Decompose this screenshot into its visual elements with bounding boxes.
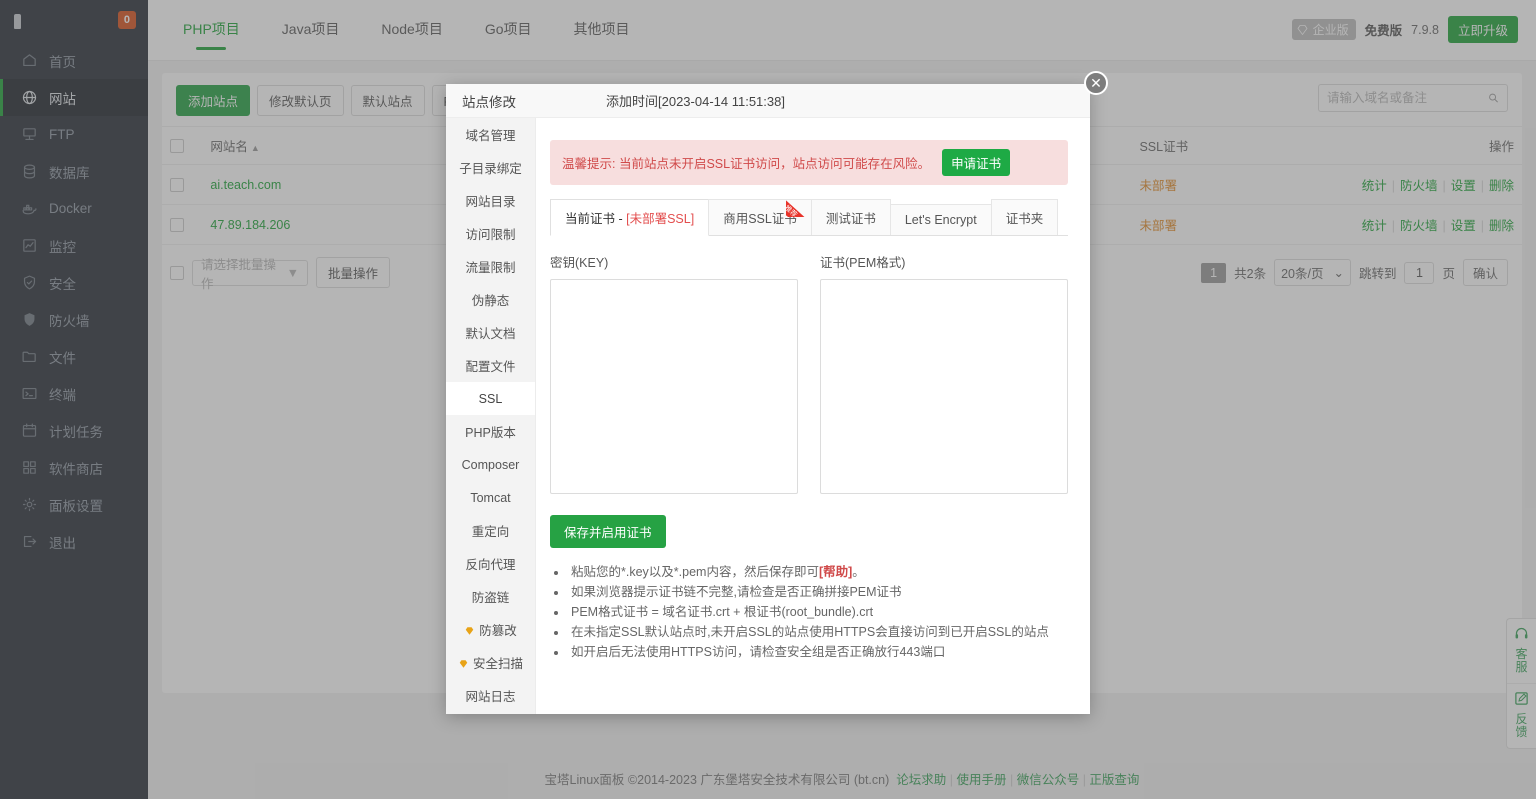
tip-text: 在未指定SSL默认站点时,未开启SSL的站点使用HTTPS会直接访问到已开启SS…: [571, 625, 1049, 639]
modal-menu-label: 反向代理: [465, 554, 515, 573]
ssl-tab-1[interactable]: 商用SSL证书推荐: [708, 199, 812, 235]
ssl-tip-3: 在未指定SSL默认站点时,未开启SSL的站点使用HTTPS会直接访问到已开启SS…: [568, 622, 1068, 642]
save-and-enable-cert-button[interactable]: 保存并启用证书: [550, 515, 666, 548]
modal-menu-label: 网站日志: [465, 686, 515, 705]
modal-menu-label: 流量限制: [465, 257, 515, 276]
modal-menu-item-0[interactable]: 域名管理: [446, 118, 535, 151]
tip-text: PEM格式证书 = 域名证书.crt + 根证书(root_bundle).cr…: [571, 605, 873, 619]
modal-menu-label: 域名管理: [465, 125, 515, 144]
ssl-tips-list: 粘贴您的*.key以及*.pem内容，然后保存即可[帮助]。如果浏览器提示证书链…: [552, 562, 1068, 662]
gem-icon: [458, 658, 469, 667]
modal-menu-item-14[interactable]: 防盗链: [446, 580, 535, 613]
tip-text: 如果浏览器提示证书链不完整,请检查是否正确拼接PEM证书: [571, 585, 902, 599]
ssl-tip-1: 如果浏览器提示证书链不完整,请检查是否正确拼接PEM证书: [568, 582, 1068, 602]
ssl-tab-0[interactable]: 当前证书 - [未部署SSL]: [550, 199, 709, 236]
help-link[interactable]: [帮助]: [819, 565, 852, 579]
modal-menu-label: 网站目录: [465, 191, 515, 210]
modal-menu-label: 配置文件: [465, 356, 515, 375]
modal-menu-label: 重定向: [472, 521, 510, 540]
cert-label: 证书(PEM格式): [820, 252, 1068, 271]
modal-title: 站点修改: [462, 91, 552, 111]
tip-text-end: 。: [852, 565, 865, 579]
gem-icon: [464, 625, 475, 634]
modal-menu-label: 访问限制: [465, 224, 515, 243]
key-textarea[interactable]: [550, 279, 798, 494]
cert-fields-row: 密钥(KEY) 证书(PEM格式): [550, 252, 1068, 497]
modal-menu-label: Composer: [462, 458, 520, 472]
cert-textarea[interactable]: [820, 279, 1068, 494]
modal-menu-item-8[interactable]: SSL: [446, 382, 535, 415]
modal-menu-item-11[interactable]: Tomcat: [446, 481, 535, 514]
modal-menu-label: PHP版本: [465, 422, 516, 441]
modal-menu-item-10[interactable]: Composer: [446, 448, 535, 481]
key-field-group: 密钥(KEY): [550, 252, 798, 497]
ssl-tabs: 当前证书 - [未部署SSL]商用SSL证书推荐测试证书Let's Encryp…: [550, 199, 1068, 236]
modal-header: 站点修改 添加时间[2023-04-14 11:51:38] ✕: [446, 84, 1090, 118]
ssl-tip-2: PEM格式证书 = 域名证书.crt + 根证书(root_bundle).cr…: [568, 602, 1068, 622]
ssl-tip-0: 粘贴您的*.key以及*.pem内容，然后保存即可[帮助]。: [568, 562, 1068, 582]
modal-menu-label: 防盗链: [472, 587, 510, 606]
ssl-tab-4[interactable]: 证书夹: [991, 199, 1059, 235]
modal-menu-item-15[interactable]: 防篡改: [446, 613, 535, 646]
ssl-tab-3[interactable]: Let's Encrypt: [890, 204, 992, 235]
apply-certificate-button[interactable]: 申请证书: [942, 149, 1010, 176]
modal-created-time: 添加时间[2023-04-14 11:51:38]: [606, 91, 785, 110]
modal-menu-label: SSL: [479, 392, 503, 406]
modal-menu-item-4[interactable]: 流量限制: [446, 250, 535, 283]
modal-menu-item-12[interactable]: 重定向: [446, 514, 535, 547]
modal-menu-label: 防篡改: [479, 620, 517, 639]
tip-text: 如开启后无法使用HTTPS访问，请检查安全组是否正确放行443端口: [571, 645, 945, 659]
modal-menu-item-3[interactable]: 访问限制: [446, 217, 535, 250]
ssl-tab-label: 证书夹: [1006, 212, 1044, 226]
modal-menu-label: 安全扫描: [473, 653, 523, 672]
ssl-tab-label: 当前证书 -: [565, 212, 626, 226]
key-label: 密钥(KEY): [550, 252, 798, 271]
modal-body: 域名管理子目录绑定网站目录访问限制流量限制伪静态默认文档配置文件 SSL PHP版本…: [446, 118, 1090, 714]
modal-menu-label: 默认文档: [465, 323, 515, 342]
ssl-warning-banner: 温馨提示: 当前站点未开启SSL证书访问，站点访问可能存在风险。 申请证书: [550, 140, 1068, 185]
modal-menu-label: Tomcat: [470, 491, 510, 505]
ssl-tab-label: 商用SSL证书: [723, 212, 797, 226]
modal-menu-item-7[interactable]: 配置文件: [446, 349, 535, 382]
ssl-tab-label: 测试证书: [826, 212, 876, 226]
modal-menu-item-9[interactable]: PHP版本: [446, 415, 535, 448]
modal-menu-label: 伪静态: [472, 290, 510, 309]
modal-menu-item-17[interactable]: 网站日志: [446, 679, 535, 712]
ssl-tab-status: [未部署SSL]: [626, 212, 694, 226]
ssl-warning-text: 温馨提示: 当前站点未开启SSL证书访问，站点访问可能存在风险。: [562, 153, 930, 172]
modal-menu-item-13[interactable]: 反向代理: [446, 547, 535, 580]
modal-menu-item-6[interactable]: 默认文档: [446, 316, 535, 349]
ssl-tip-4: 如开启后无法使用HTTPS访问，请检查安全组是否正确放行443端口: [568, 642, 1068, 662]
ssl-panel: 温馨提示: 当前站点未开启SSL证书访问，站点访问可能存在风险。 申请证书 当前…: [536, 118, 1090, 714]
modal-menu-item-5[interactable]: 伪静态: [446, 283, 535, 316]
cert-field-group: 证书(PEM格式): [820, 252, 1068, 497]
modal-menu-item-16[interactable]: 安全扫描: [446, 646, 535, 679]
ssl-tab-label: Let's Encrypt: [905, 213, 977, 227]
modal-menu-item-2[interactable]: 网站目录: [446, 184, 535, 217]
ssl-tab-2[interactable]: 测试证书: [811, 199, 891, 235]
modal-menu-item-1[interactable]: 子目录绑定: [446, 151, 535, 184]
modal-menu-label: 子目录绑定: [459, 158, 522, 177]
modal-sidebar: 域名管理子目录绑定网站目录访问限制流量限制伪静态默认文档配置文件 SSL PHP版本…: [446, 118, 536, 714]
tip-text: 粘贴您的*.key以及*.pem内容，然后保存即可: [571, 565, 819, 579]
site-edit-modal: 站点修改 添加时间[2023-04-14 11:51:38] ✕ 域名管理子目录…: [446, 84, 1090, 714]
close-icon[interactable]: ✕: [1084, 71, 1108, 95]
